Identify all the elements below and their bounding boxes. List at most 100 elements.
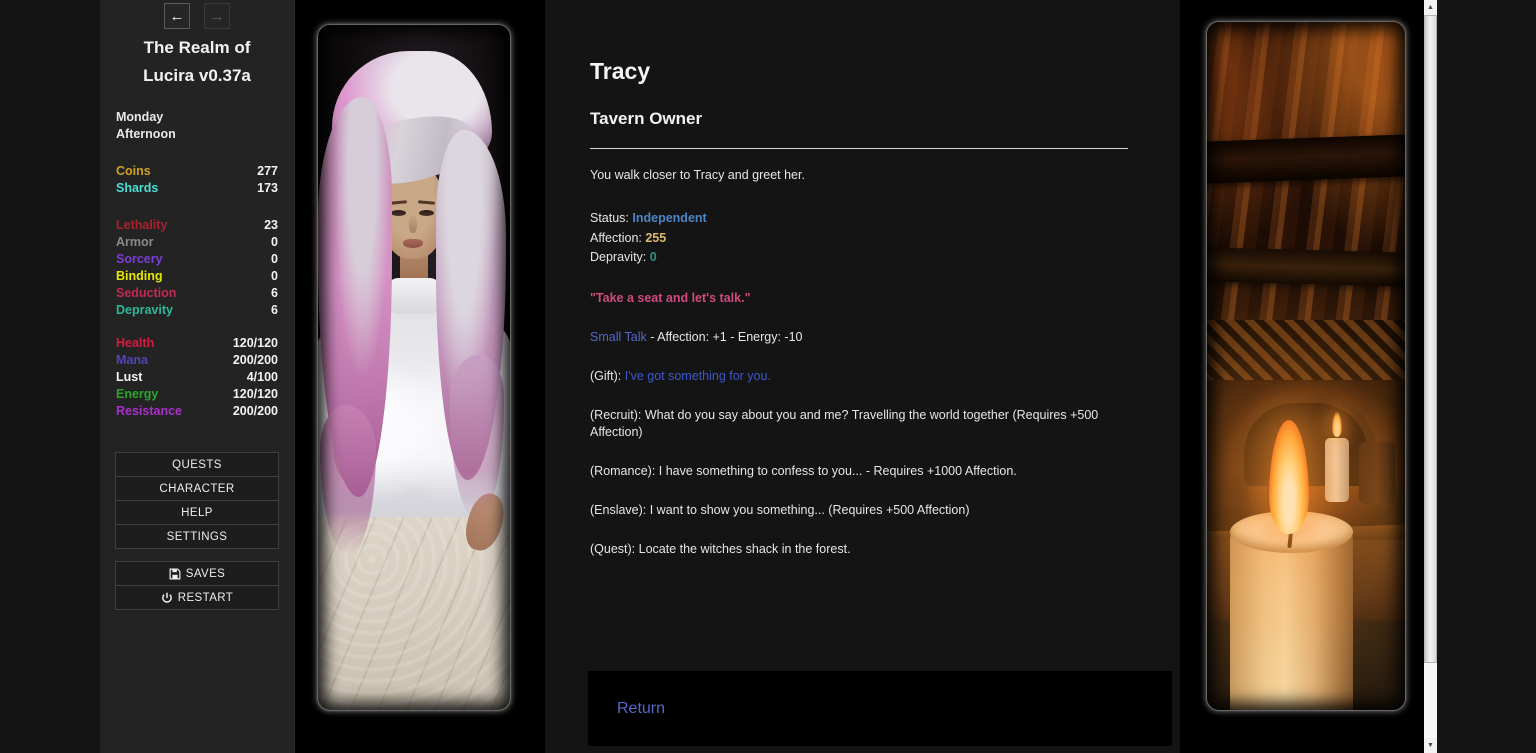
intro-text: You walk closer to Tracy and greet her. (590, 167, 1135, 184)
scroll-up-button[interactable]: ▲ (1424, 0, 1437, 15)
armor-value: 0 (271, 235, 278, 252)
saves-button-label: SAVES (186, 568, 226, 580)
seduction-label: Seduction (116, 286, 176, 303)
seduction-value: 6 (271, 286, 278, 303)
armor-label: Armor (116, 235, 154, 252)
arrow-left-icon: ← (170, 8, 185, 25)
period-row: Afternoon (100, 127, 294, 144)
scrollbar-thumb[interactable] (1424, 15, 1437, 663)
day-label: Monday (116, 110, 163, 127)
stat-row-mana: Mana 200/200 (100, 353, 294, 370)
binding-label: Binding (116, 269, 163, 286)
shards-value: 173 (257, 181, 278, 198)
scroll-down-button[interactable]: ▼ (1424, 738, 1437, 753)
sidebar: ← → The Realm of Lucira v0.37a Monday Af… (100, 0, 295, 753)
gift-link[interactable]: I've got something for you. (625, 369, 771, 383)
game-screen: ← → The Realm of Lucira v0.37a Monday Af… (0, 0, 1536, 753)
settings-button[interactable]: SETTINGS (115, 524, 279, 549)
help-button-label: HELP (181, 507, 213, 519)
npc-status-value: Independent (632, 211, 706, 225)
option-small-talk: Small Talk - Affection: +1 - Energy: -10 (590, 329, 1135, 346)
saves-button[interactable]: SAVES (115, 561, 279, 586)
return-link[interactable]: Return (617, 700, 665, 718)
npc-status-label: Status: (590, 211, 632, 225)
stat-row-depravity: Depravity 6 (100, 303, 294, 320)
portrait-brow (418, 200, 435, 204)
resistance-label: Resistance (116, 404, 182, 421)
game-title-line2: Lucira v0.37a (100, 62, 294, 90)
npc-depravity-value: 0 (650, 250, 657, 264)
stat-row-resistance: Resistance 200/200 (100, 404, 294, 421)
restart-button-label: RESTART (178, 592, 233, 604)
quests-button[interactable]: QUESTS (115, 452, 279, 477)
option-quest: (Quest): Locate the witches shack in the… (590, 541, 1135, 558)
period-label: Afternoon (116, 127, 176, 144)
gift-prefix: (Gift): (590, 369, 625, 383)
stat-row-lust: Lust 4/100 (100, 370, 294, 387)
portrait-collar (388, 278, 440, 314)
character-portrait (318, 25, 510, 710)
tavern-scene-image (1207, 22, 1405, 710)
attributes-block: Lethality 23 Armor 0 Sorcery 0 Binding 0… (100, 218, 294, 320)
character-button[interactable]: CHARACTER (115, 476, 279, 501)
portrait-lips (403, 239, 423, 248)
health-label: Health (116, 336, 154, 353)
lust-label: Lust (116, 370, 142, 387)
npc-quote: "Take a seat and let's talk." (590, 290, 1135, 307)
quests-button-label: QUESTS (172, 459, 222, 471)
character-button-label: CHARACTER (159, 483, 234, 495)
option-romance: (Romance): I have something to confess t… (590, 463, 1135, 480)
stat-row-coins: Coins 277 (100, 164, 294, 181)
shards-label: Shards (116, 181, 158, 198)
scroll-down-icon: ▼ (1427, 742, 1434, 749)
return-bar: Return (588, 671, 1172, 746)
stat-row-sorcery: Sorcery 0 (100, 252, 294, 269)
back-button[interactable]: ← (164, 3, 190, 29)
stat-row-health: Health 120/120 (100, 336, 294, 353)
day-row: Monday (100, 110, 294, 127)
mana-value: 200/200 (233, 353, 278, 370)
option-gift: (Gift): I've got something for you. (590, 368, 1135, 385)
npc-affection-label: Affection: (590, 231, 645, 245)
forward-button[interactable]: → (204, 3, 230, 29)
lethality-label: Lethality (116, 218, 167, 235)
stat-row-lethality: Lethality 23 (100, 218, 294, 235)
small-talk-effects: - Affection: +1 - Energy: -10 (647, 330, 803, 344)
restart-button[interactable]: RESTART (115, 585, 279, 610)
portrait-eye (419, 210, 434, 216)
energy-label: Energy (116, 387, 158, 404)
currency-block: Coins 277 Shards 173 (100, 164, 294, 198)
floppy-disk-icon (169, 568, 181, 580)
depravity-label: Depravity (116, 303, 173, 320)
portrait-nose (409, 214, 417, 233)
sorcery-value: 0 (271, 252, 278, 269)
depravity-value: 6 (271, 303, 278, 320)
stat-row-energy: Energy 120/120 (100, 387, 294, 404)
main-content: Tracy Tavern Owner You walk closer to Tr… (545, 0, 1180, 753)
resources-block: Health 120/120 Mana 200/200 Lust 4/100 E… (100, 336, 294, 421)
stat-row-seduction: Seduction 6 (100, 286, 294, 303)
power-icon (161, 592, 173, 604)
coins-label: Coins (116, 164, 151, 181)
npc-depravity-label: Depravity: (590, 250, 650, 264)
scene-panel (1180, 0, 1424, 753)
game-title: The Realm of Lucira v0.37a (100, 34, 294, 90)
help-button[interactable]: HELP (115, 500, 279, 525)
settings-button-label: SETTINGS (167, 531, 228, 543)
game-title-line1: The Realm of (100, 34, 294, 62)
option-recruit: (Recruit): What do you say about you and… (590, 407, 1135, 441)
divider (590, 148, 1128, 149)
binding-value: 0 (271, 269, 278, 286)
character-name-heading: Tracy (590, 57, 1135, 85)
mana-label: Mana (116, 353, 148, 370)
scroll-up-icon: ▲ (1427, 4, 1434, 11)
scene-warm-glow (1207, 22, 1405, 710)
menu-buttons: QUESTS CHARACTER HELP SETTINGS (100, 452, 294, 549)
portrait-panel (295, 0, 545, 753)
resistance-value: 200/200 (233, 404, 278, 421)
npc-stats: Status: Independent Affection: 255 Depra… (590, 209, 1135, 268)
history-nav: ← → (100, 0, 294, 29)
sorcery-label: Sorcery (116, 252, 163, 269)
small-talk-link[interactable]: Small Talk (590, 330, 647, 344)
datetime-block: Monday Afternoon (100, 110, 294, 144)
